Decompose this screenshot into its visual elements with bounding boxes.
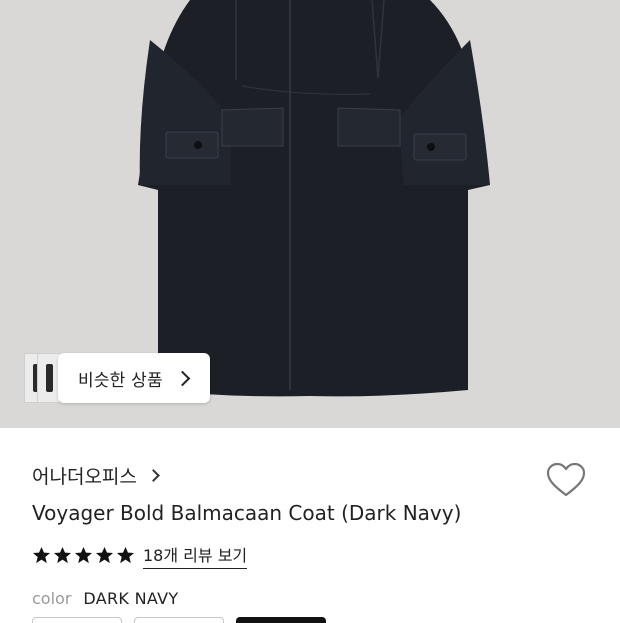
star-icon: [95, 546, 114, 564]
chevron-right-icon: [147, 469, 160, 482]
brand-link[interactable]: 어나더오피스: [32, 462, 160, 489]
similar-products-label: 비슷한 상품: [78, 370, 163, 391]
review-link[interactable]: 18개 리뷰 보기: [143, 542, 248, 569]
color-swatch[interactable]: [32, 617, 122, 623]
similar-products-chip[interactable]: 비슷한 상품: [24, 353, 210, 403]
color-label: color: [32, 589, 72, 608]
color-swatch[interactable]: [236, 617, 326, 623]
star-icon: [116, 546, 135, 564]
star-icon: [53, 546, 72, 564]
star-rating: [32, 546, 135, 565]
rating-row: 18개 리뷰 보기: [32, 542, 248, 569]
similar-products-button[interactable]: 비슷한 상품: [58, 353, 210, 403]
star-icon: [74, 546, 93, 564]
color-swatch[interactable]: [134, 617, 224, 623]
color-row: color DARK NAVY: [32, 589, 178, 608]
color-swatches: [32, 617, 326, 623]
chevron-right-icon: [174, 370, 191, 386]
product-title: Voyager Bold Balmacaan Coat (Dark Navy): [32, 501, 462, 525]
color-value: DARK NAVY: [83, 589, 179, 608]
star-icon: [32, 546, 51, 564]
brand-name: 어나더오피스: [32, 466, 137, 488]
product-image[interactable]: 비슷한 상품: [0, 0, 620, 428]
heart-icon: [546, 462, 586, 497]
wishlist-button[interactable]: [546, 462, 586, 502]
